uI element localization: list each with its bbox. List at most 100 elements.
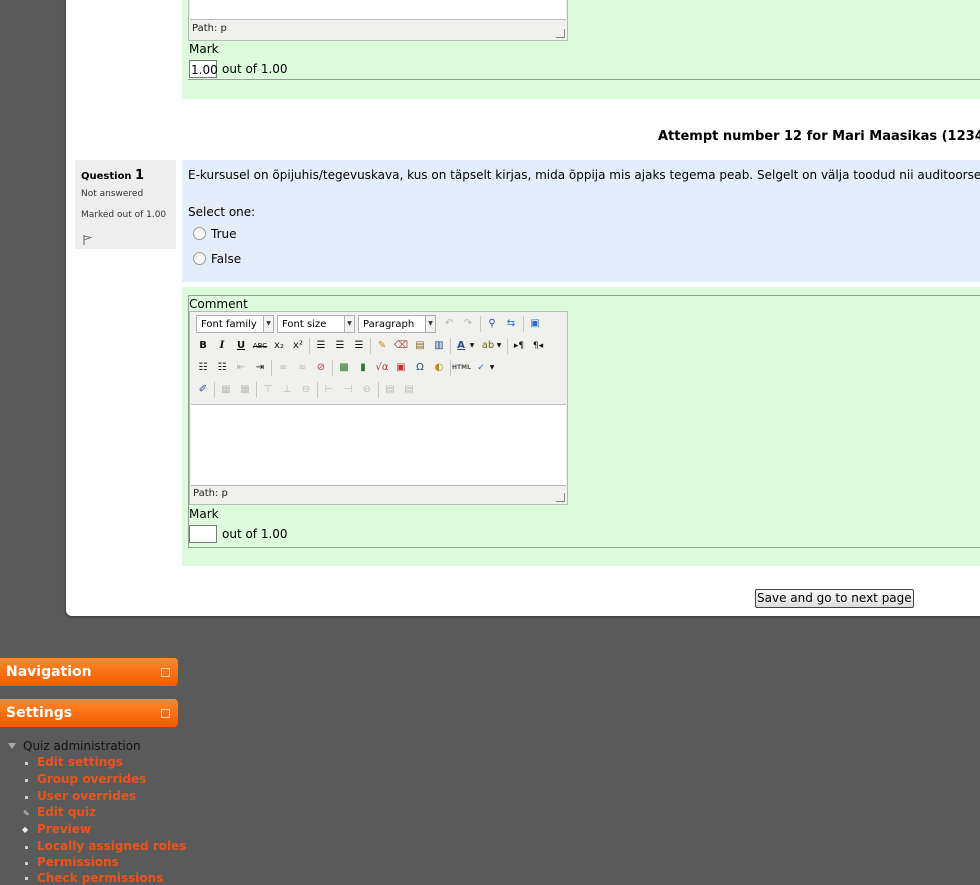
align-right-icon[interactable]: ☰: [350, 337, 368, 355]
comment-editor: Font family ▼ Font size ▼ Paragraph ▼ ↶ ↷ ⚲…: [189, 311, 568, 505]
resize-grip-icon[interactable]: [556, 493, 565, 502]
expanded-arrow-icon[interactable]: [8, 743, 16, 749]
option-false-label[interactable]: False: [211, 252, 241, 266]
flag-icon[interactable]: [83, 230, 93, 245]
nolink-icon[interactable]: ⊘: [312, 359, 330, 377]
radio-true[interactable]: [193, 227, 206, 240]
menu-user-overrides[interactable]: User overrides: [37, 789, 136, 803]
menu-preview[interactable]: Preview: [37, 822, 91, 836]
media-icon[interactable]: ▮: [354, 359, 372, 377]
paragraph-select[interactable]: Paragraph ▼: [358, 315, 436, 333]
font-family-select[interactable]: Font family ▼: [196, 315, 274, 333]
dragmath-icon[interactable]: ▣: [392, 359, 410, 377]
option-true-label[interactable]: True: [211, 227, 237, 241]
attempt-heading: Attempt number 12 for Mari Maasikas (123…: [658, 129, 980, 144]
resize-grip-icon[interactable]: [556, 29, 565, 38]
subscript-icon[interactable]: x₂: [270, 337, 288, 355]
redo-icon[interactable]: ↷: [459, 315, 477, 333]
outdent-icon[interactable]: ⇤: [232, 359, 250, 377]
visual-aid-icon[interactable]: ✐: [194, 381, 212, 399]
font-family-label: Font family: [201, 319, 257, 330]
html-source-icon[interactable]: HTML: [452, 359, 471, 377]
font-size-select[interactable]: Font size ▼: [277, 315, 355, 333]
font-size-label: Font size: [282, 319, 327, 330]
table-icon[interactable]: ▦: [217, 381, 235, 399]
previous-mark-input[interactable]: 1.00: [189, 60, 218, 78]
row-before-icon[interactable]: ⊤: [259, 381, 277, 399]
menu-check-permissions[interactable]: Check permissions: [37, 871, 163, 885]
comment-area: Comment Font family ▼ Font size ▼ Paragrap…: [182, 287, 980, 566]
save-next-button[interactable]: Save and go to next page: [755, 589, 914, 608]
quiz-administration[interactable]: Quiz administration: [23, 739, 141, 753]
previous-mark-label: Mark: [189, 42, 219, 56]
col-before-icon[interactable]: ⊢: [320, 381, 338, 399]
toolbar-separator: [332, 360, 333, 376]
unlink-icon[interactable]: ∞: [293, 359, 311, 377]
toolbar-separator: [523, 316, 524, 332]
toolbar-separator: [370, 338, 371, 354]
navigation-block-header[interactable]: Navigation: [0, 658, 178, 686]
split-cells-icon[interactable]: ▤: [381, 381, 399, 399]
align-left-icon[interactable]: ☰: [312, 337, 330, 355]
clean-format-icon[interactable]: ✎: [373, 337, 391, 355]
toolbar-separator: [309, 338, 310, 354]
bullet-icon: [25, 796, 28, 799]
toolbar-separator: [271, 360, 272, 376]
special-char-icon[interactable]: Ω: [411, 359, 429, 377]
toolbar-separator: [256, 382, 257, 398]
menu-locally-assigned-roles[interactable]: Locally assigned roles: [37, 839, 186, 853]
radio-false[interactable]: [193, 252, 206, 265]
bullet-icon: [25, 762, 28, 765]
select-one-prompt: Select one:: [188, 205, 256, 219]
paste-word-icon[interactable]: ▥: [430, 337, 448, 355]
question-state: Not answered: [81, 189, 144, 199]
previous-comment-editor[interactable]: Path: p: [188, 0, 568, 41]
col-after-icon[interactable]: ⊣: [339, 381, 357, 399]
ltr-icon[interactable]: ▸¶: [510, 337, 528, 355]
delete-row-icon[interactable]: ⊖: [297, 381, 315, 399]
toolbar-separator: [450, 338, 451, 354]
comment-editor-path: Path: p: [193, 488, 228, 499]
superscript-icon[interactable]: x²: [289, 337, 307, 355]
table-props-icon[interactable]: ▦: [236, 381, 254, 399]
chevron-down-icon[interactable]: ▼: [468, 337, 476, 355]
link-icon[interactable]: ∞: [274, 359, 292, 377]
comment-textarea[interactable]: [191, 404, 566, 486]
menu-edit-settings[interactable]: Edit settings: [37, 755, 123, 769]
menu-group-overrides[interactable]: Group overrides: [37, 772, 146, 786]
chevron-down-icon[interactable]: ▼: [495, 337, 503, 355]
indent-icon[interactable]: ⇥: [251, 359, 269, 377]
menu-permissions[interactable]: Permissions: [37, 855, 119, 869]
question-number-value: 1: [135, 168, 145, 183]
align-center-icon[interactable]: ☰: [331, 337, 349, 355]
numbered-list-icon[interactable]: ☷: [213, 359, 231, 377]
rtl-icon[interactable]: ¶◂: [529, 337, 547, 355]
settings-block-header[interactable]: Settings: [0, 699, 178, 727]
underline-icon[interactable]: U: [232, 337, 250, 355]
equation-icon[interactable]: √α: [373, 359, 391, 377]
fullscreen-icon[interactable]: ▣: [526, 315, 544, 333]
italic-icon[interactable]: I: [213, 337, 231, 355]
eraser-icon[interactable]: ⌫: [392, 337, 410, 355]
strikethrough-icon[interactable]: ABC: [251, 337, 269, 355]
find-icon[interactable]: ⚲: [483, 315, 501, 333]
paste-text-icon[interactable]: ▤: [411, 337, 429, 355]
question-label: Question: [81, 171, 132, 182]
chevron-down-icon[interactable]: ▼: [488, 359, 496, 377]
menu-edit-quiz[interactable]: Edit quiz: [37, 805, 96, 819]
mark-input[interactable]: [189, 525, 217, 543]
emoticon-icon[interactable]: ◐: [430, 359, 448, 377]
merge-cells-icon[interactable]: ▤: [400, 381, 418, 399]
chevron-down-icon: ▼: [425, 316, 435, 332]
replace-icon[interactable]: ⇆: [502, 315, 520, 333]
bold-icon[interactable]: B: [194, 337, 212, 355]
previous-editor-textarea[interactable]: [190, 0, 566, 20]
image-icon[interactable]: ▩: [335, 359, 353, 377]
collapse-icon[interactable]: [161, 709, 170, 718]
collapse-icon[interactable]: [161, 668, 170, 677]
bullet-list-icon[interactable]: ☷: [194, 359, 212, 377]
toolbar-separator: [378, 382, 379, 398]
undo-icon[interactable]: ↶: [440, 315, 458, 333]
row-after-icon[interactable]: ⊥: [278, 381, 296, 399]
delete-col-icon[interactable]: ⊖: [358, 381, 376, 399]
